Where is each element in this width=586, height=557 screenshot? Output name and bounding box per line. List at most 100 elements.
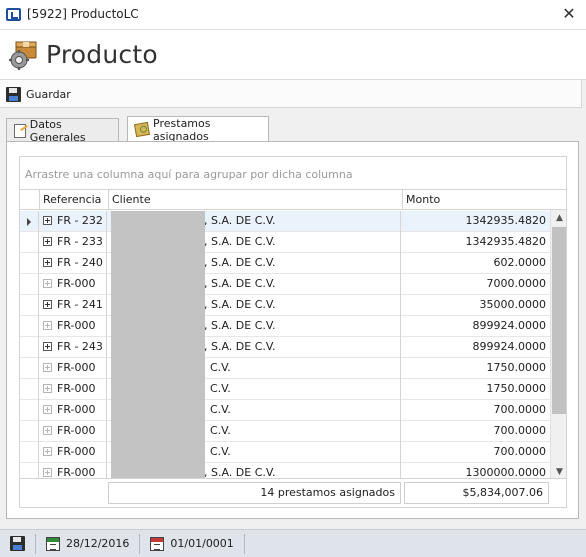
cliente-text: C.V. xyxy=(210,445,231,458)
cell-referencia: FR-000 xyxy=(40,358,107,379)
expand-plus-icon[interactable] xyxy=(43,342,52,351)
expand-plus-icon[interactable] xyxy=(43,363,52,372)
expand-plus-icon[interactable] xyxy=(43,258,52,267)
table-row[interactable]: FR-000 C.V. 1750.0000 xyxy=(20,379,566,400)
row-indicator[interactable] xyxy=(20,421,39,442)
referencia-text: FR-000 xyxy=(57,466,96,479)
tab-panel: Arrastre una columna aquí para agrupar p… xyxy=(6,141,579,519)
cell-referencia: FR-000 xyxy=(40,421,107,442)
cell-monto: 1750.0000 xyxy=(486,361,547,374)
save-label: Guardar xyxy=(26,87,71,101)
footer-total: $5,834,007.06 xyxy=(404,482,549,504)
row-indicator[interactable] xyxy=(20,379,39,400)
column-header-monto[interactable]: Monto xyxy=(402,190,550,210)
referencia-text: FR-000 xyxy=(57,277,96,290)
table-row[interactable]: FR-000 C.V. 700.0000 xyxy=(20,442,566,463)
cell-monto: 602.0000 xyxy=(493,256,547,269)
cell-referencia: FR-000 xyxy=(40,442,107,463)
toolbar: Guardar xyxy=(0,80,582,108)
table-row[interactable]: FR - 243 , S.A. DE C.V. 899924.0000 xyxy=(20,337,566,358)
referencia-text: FR - 243 xyxy=(57,340,103,353)
row-indicator[interactable] xyxy=(20,358,39,379)
cell-referencia: FR-000 xyxy=(40,463,107,479)
row-indicator[interactable] xyxy=(20,316,39,337)
tab-prestamos-asignados[interactable]: Prestamos asignados xyxy=(127,116,269,143)
column-header-referencia[interactable]: Referencia xyxy=(39,190,108,210)
cliente-text: C.V. xyxy=(210,361,231,374)
cell-referencia: FR - 232 xyxy=(40,211,107,232)
table-row[interactable]: FR-000 C.V. 1750.0000 xyxy=(20,358,566,379)
cell-referencia: FR-000 xyxy=(40,400,107,421)
cell-monto: 700.0000 xyxy=(493,424,547,437)
product-box-gear-icon xyxy=(9,41,37,70)
referencia-text: FR - 241 xyxy=(57,298,103,311)
referencia-text: FR - 232 xyxy=(57,214,103,227)
row-indicator[interactable] xyxy=(20,253,39,274)
row-indicator[interactable] xyxy=(20,295,39,316)
table-row[interactable]: FR - 233 , S.A. DE C.V. 1342935.4820 xyxy=(20,232,566,253)
table-row[interactable]: FR - 240 , S.A. DE C.V. 602.0000 xyxy=(20,253,566,274)
close-button[interactable]: ✕ xyxy=(556,3,582,25)
expand-plus-icon[interactable] xyxy=(43,237,52,246)
row-indicator[interactable] xyxy=(20,274,39,295)
row-indicator[interactable] xyxy=(20,211,39,232)
expand-plus-icon[interactable] xyxy=(43,384,52,393)
expand-plus-icon[interactable] xyxy=(43,405,52,414)
table-row[interactable]: FR-000 , S.A. DE C.V. 7000.0000 xyxy=(20,274,566,295)
status-bar: 28/12/2016 01/01/0001 xyxy=(0,529,586,557)
table-row[interactable]: FR-000 , S.A. DE C.V. 1300000.0000 xyxy=(20,463,566,479)
table-row[interactable]: FR-000 , S.A. DE C.V. 899924.0000 xyxy=(20,316,566,337)
document-edit-icon xyxy=(14,123,26,138)
footer-count: 14 prestamos asignados xyxy=(108,482,401,504)
cliente-text: , S.A. DE C.V. xyxy=(204,235,276,248)
window-title: [5922] ProductoLC xyxy=(27,7,139,21)
row-indicator[interactable] xyxy=(20,442,39,463)
status-date-current: 28/12/2016 xyxy=(36,533,141,554)
expand-plus-icon[interactable] xyxy=(43,321,52,330)
group-by-panel[interactable]: Arrastre una columna aquí para agrupar p… xyxy=(19,156,567,190)
row-indicator[interactable] xyxy=(20,232,39,253)
scroll-down-icon[interactable]: ▼ xyxy=(551,464,566,478)
referencia-text: FR-000 xyxy=(57,445,96,458)
save-icon xyxy=(6,86,21,102)
expand-plus-icon[interactable] xyxy=(43,468,52,477)
vertical-scrollbar[interactable]: ▲ ▼ xyxy=(550,210,566,478)
scroll-thumb[interactable] xyxy=(552,227,566,414)
referencia-text: FR-000 xyxy=(57,361,96,374)
status-save[interactable] xyxy=(0,533,36,554)
table-row[interactable]: FR - 241 , S.A. DE C.V. 35000.0000 xyxy=(20,295,566,316)
row-indicator[interactable] xyxy=(20,337,39,358)
tab-datos-generales[interactable]: Datos Generales xyxy=(6,118,119,144)
expand-plus-icon[interactable] xyxy=(43,300,52,309)
calendar-icon xyxy=(46,536,60,551)
page-title: Producto xyxy=(46,40,158,69)
expand-plus-icon[interactable] xyxy=(43,279,52,288)
money-icon xyxy=(133,121,151,138)
grid-footer: 14 prestamos asignados $5,834,007.06 xyxy=(19,479,567,508)
save-icon xyxy=(10,536,25,551)
scroll-up-icon[interactable]: ▲ xyxy=(551,210,566,226)
cell-referencia: FR - 233 xyxy=(40,232,107,253)
row-indicator[interactable] xyxy=(20,463,39,478)
cliente-text: , S.A. DE C.V. xyxy=(204,319,276,332)
cell-monto: 1300000.0000 xyxy=(465,466,546,479)
cell-monto: 700.0000 xyxy=(493,403,547,416)
row-indicator[interactable] xyxy=(20,400,39,421)
group-by-hint: Arrastre una columna aquí para agrupar p… xyxy=(25,168,353,181)
expand-plus-icon[interactable] xyxy=(43,216,52,225)
table-row[interactable]: FR - 232 , S.A. DE C.V. 1342935.4820 xyxy=(20,211,566,232)
cell-monto: 700.0000 xyxy=(493,445,547,458)
save-button[interactable]: Guardar xyxy=(6,85,71,103)
table-row[interactable]: FR-000 C.V. 700.0000 xyxy=(20,421,566,442)
column-header-cliente[interactable]: Cliente xyxy=(108,190,402,210)
cell-monto: 899924.0000 xyxy=(472,340,546,353)
expand-plus-icon[interactable] xyxy=(43,447,52,456)
cell-referencia: FR - 241 xyxy=(40,295,107,316)
expand-plus-icon[interactable] xyxy=(43,426,52,435)
cliente-text: C.V. xyxy=(210,424,231,437)
referencia-text: FR - 233 xyxy=(57,235,103,248)
referencia-text: FR-000 xyxy=(57,382,96,395)
table-row[interactable]: FR-000 C.V. 700.0000 xyxy=(20,400,566,421)
app-icon xyxy=(6,8,21,21)
status-date-1: 28/12/2016 xyxy=(66,537,130,550)
